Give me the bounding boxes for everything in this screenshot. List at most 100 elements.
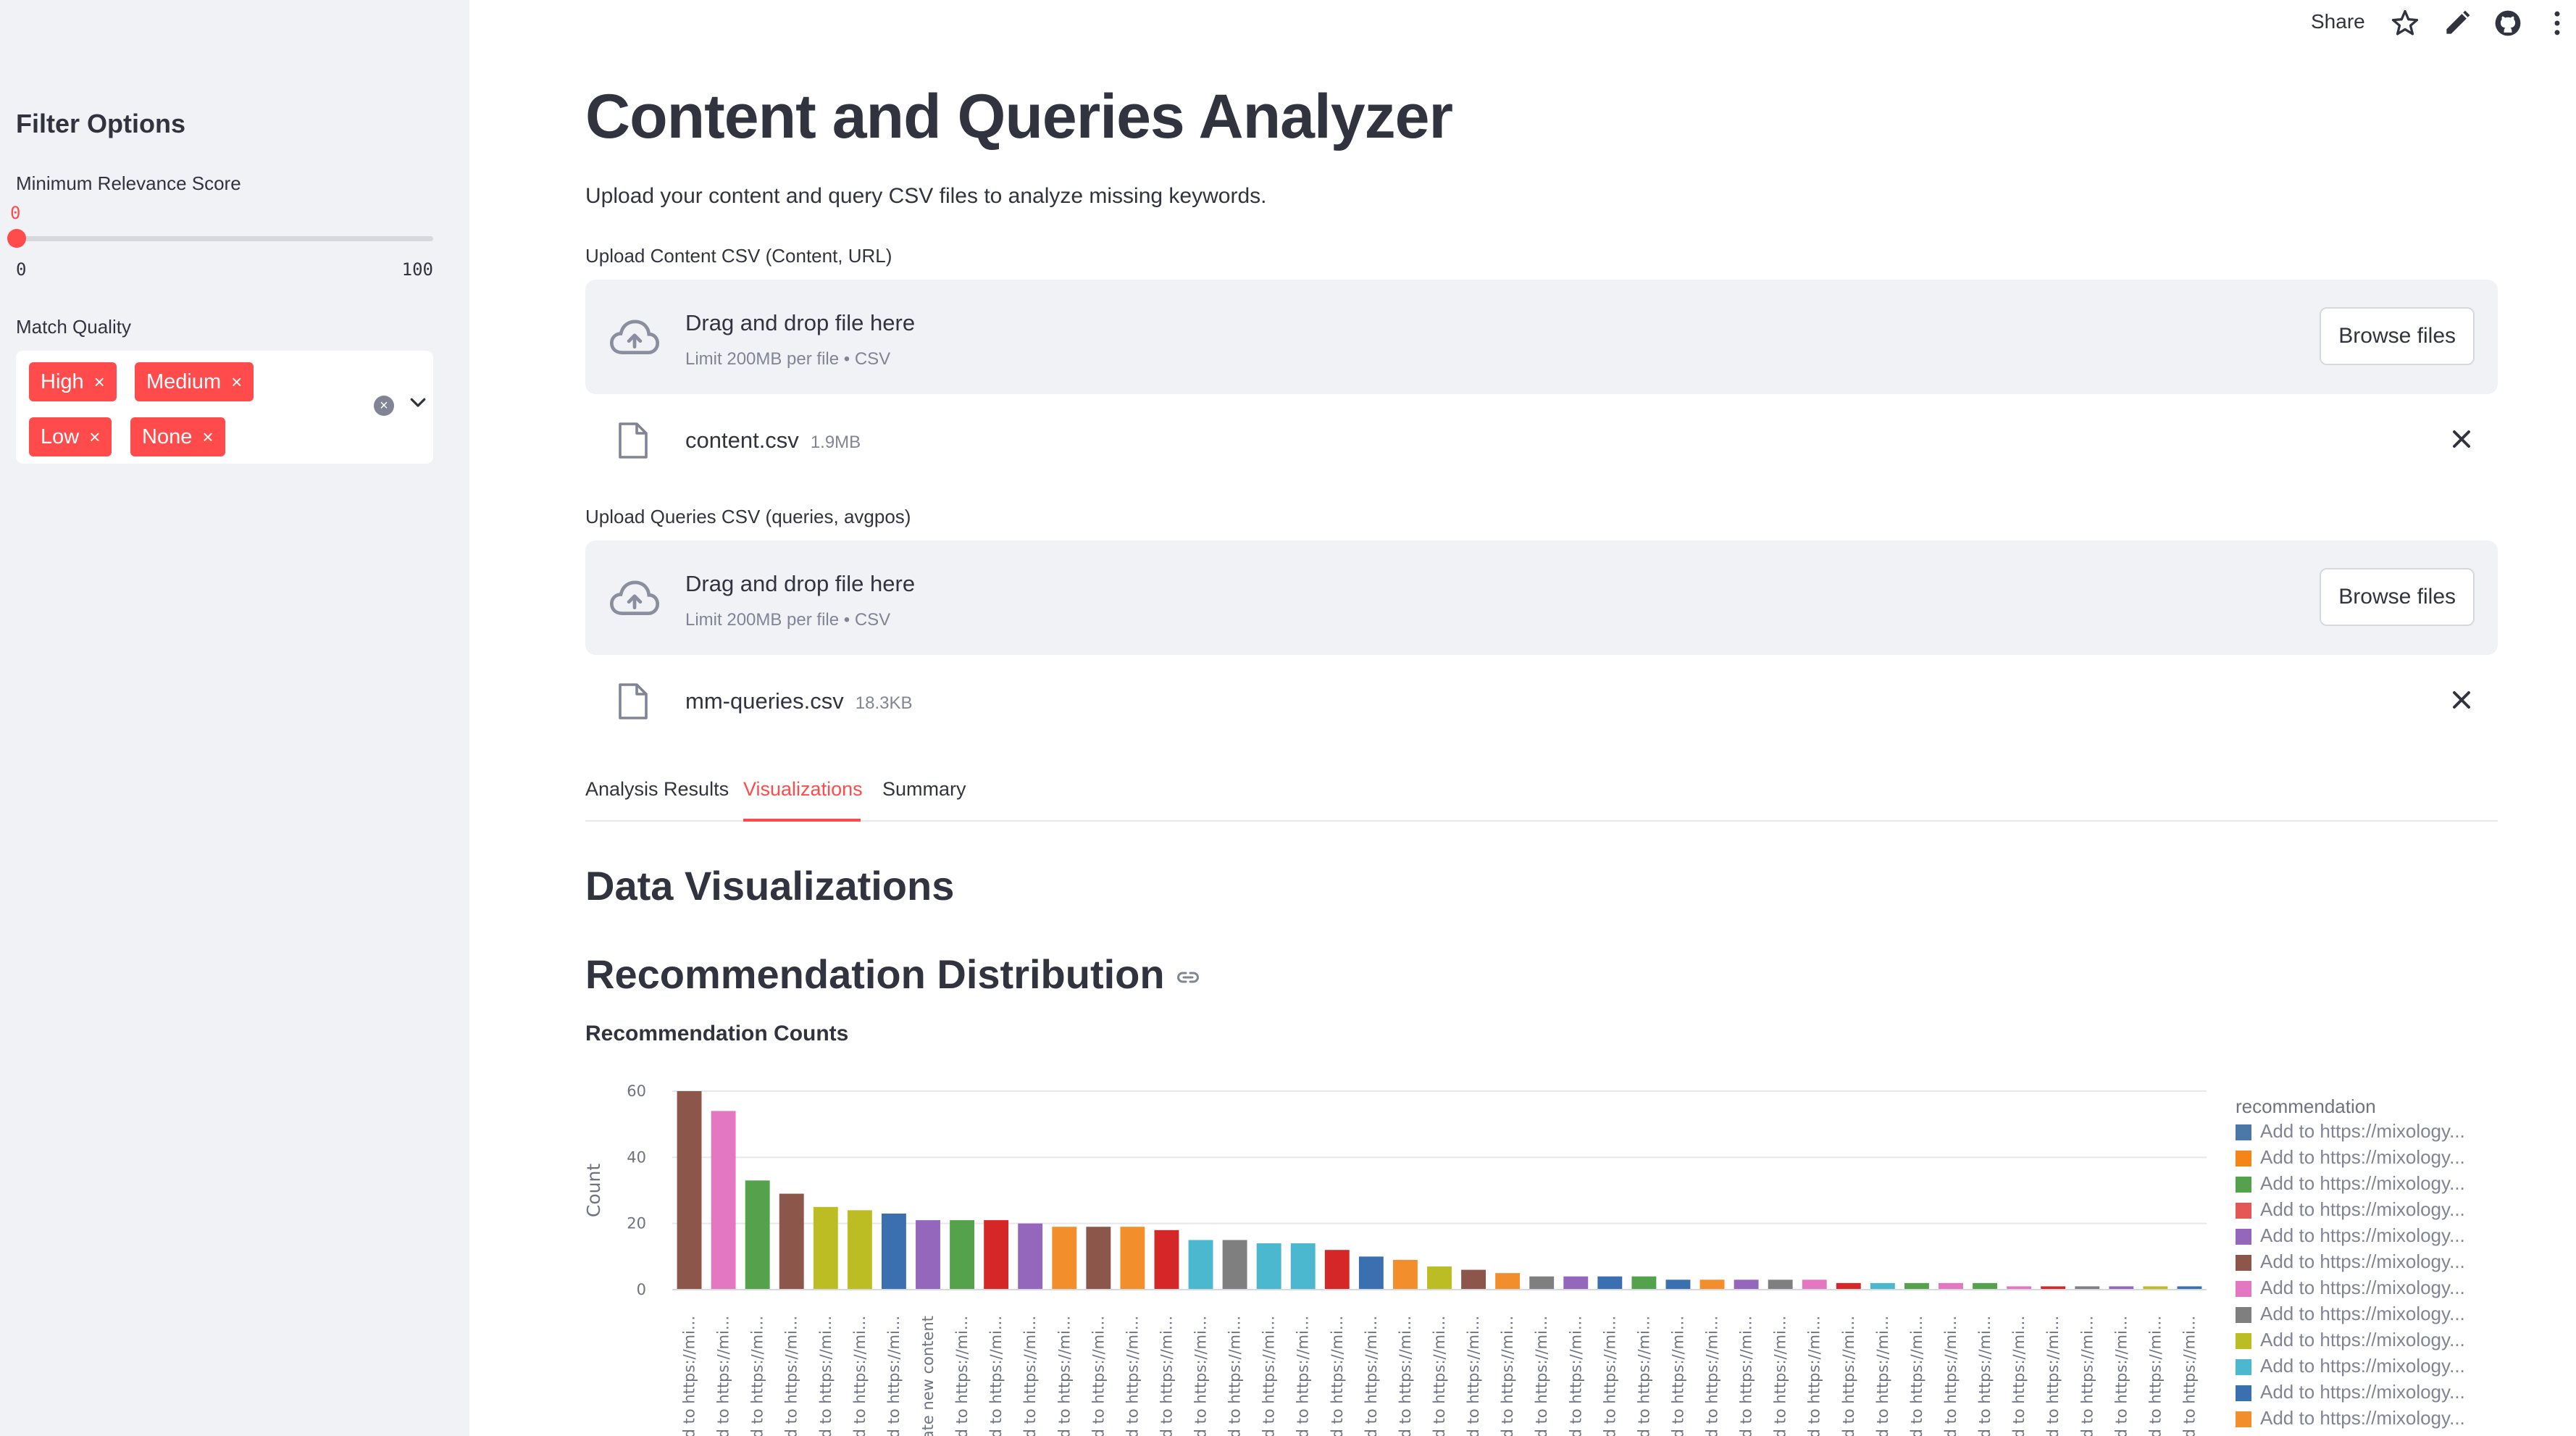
x-tick-label: d to https://mi... [987,1316,1005,1436]
x-tick-label: d to https://mi... [1260,1316,1278,1436]
x-tick-label: d to https://mi... [1533,1316,1550,1436]
bar [1461,1269,1486,1290]
bar [916,1220,940,1290]
content-dropzone[interactable]: Drag and drop file here Limit 200MB per … [585,280,2498,394]
legend-label: Add to https://mixology... [2260,1172,2465,1194]
file-size: 1.9MB [810,433,861,452]
legend-title: recommendation [2236,1095,2376,1117]
x-tick-label: d to https://mi... [885,1316,903,1436]
legend-label: Add to https://mixology... [2260,1120,2465,1142]
x-tick-label: d to https://mi... [2180,1316,2198,1436]
x-tick-label: d to https://mi... [1840,1316,1857,1436]
legend-label: Add to https://mixology... [2260,1251,2465,1272]
remove-file-icon[interactable] [2447,425,2476,454]
match-quality-multiselect[interactable]: High × Medium × Low × None × × [16,351,433,464]
github-icon[interactable] [2492,7,2524,39]
bar [1256,1243,1281,1290]
page-title: Content and Queries Analyzer [585,82,1453,151]
bar [1427,1266,1452,1290]
legend-label: Add to https://mixology... [2260,1277,2465,1298]
bar [1939,1282,1963,1290]
chip-none[interactable]: None × [130,417,225,456]
cloud-upload-icon [609,580,660,615]
x-tick-label: d to https://mi... [2146,1316,2164,1436]
chevron-down-icon[interactable] [407,391,429,413]
tab-summary[interactable]: Summary [882,778,966,801]
legend-item: Add to https://mixology... [2236,1146,2465,1171]
x-tick-label: d to https://mi... [1124,1316,1141,1436]
share-button[interactable]: Share [2311,10,2365,33]
x-tick-label: d to https://mi... [2044,1316,2062,1436]
x-tick-label: d to https://mi... [1976,1316,1994,1436]
chip-remove-icon[interactable]: × [89,426,100,448]
legend-swatch [2236,1359,2251,1376]
x-tick-label: d to https://mi... [1806,1316,1823,1436]
x-tick-label: d to https://mi... [2112,1316,2130,1436]
x-tick-label: d to https://mi... [2010,1316,2028,1436]
min-score-max: 100 [401,259,433,280]
legend-swatch [2236,1411,2251,1428]
bar [1597,1276,1623,1290]
queries-dropzone[interactable]: Drag and drop file here Limit 200MB per … [585,540,2498,655]
chart-title: Recommendation Counts [585,1022,849,1045]
legend-swatch [2236,1151,2251,1167]
y-tick-label: 40 [627,1148,646,1166]
bar [1734,1280,1759,1290]
x-tick-label: eate new content [919,1316,937,1436]
bar [1290,1243,1316,1290]
x-tick-label: d to https://mi... [1021,1316,1039,1436]
legend-label: Add to https://mixology... [2260,1381,2465,1403]
dropzone-title: Drag and drop file here [685,310,916,335]
dropzone-title: Drag and drop file here [685,571,916,596]
clear-all-icon[interactable]: × [374,396,394,416]
bar [745,1180,770,1290]
x-tick-label: d to https://mi... [1669,1316,1686,1436]
bar [1222,1240,1247,1290]
x-tick-label: d to https://mi... [1192,1316,1210,1436]
chip-remove-icon[interactable]: × [231,371,242,393]
chip-high[interactable]: High × [29,362,117,401]
legend-swatch [2236,1333,2251,1350]
legend-swatch [2236,1255,2251,1272]
bar [813,1206,838,1290]
x-tick-label: d to https://mi... [1499,1316,1516,1436]
browse-files-button[interactable]: Browse files [2320,307,2475,365]
legend-label: Add to https://mixology... [2260,1329,2465,1351]
legend-item: Add to https://mixology... [2236,1198,2465,1223]
legend-label: Add to https://mixology... [2260,1146,2465,1168]
x-tick-label: d to https://mi... [681,1316,698,1436]
browse-files-button[interactable]: Browse files [2320,568,2475,626]
x-tick-label: d to https://mi... [1874,1316,1891,1436]
subsection-title: Recommendation Distribution [585,951,1201,998]
chip-label: Medium [146,370,222,393]
star-icon[interactable] [2389,7,2421,39]
legend-swatch [2236,1124,2251,1141]
legend-item: Add to https://mixology... [2236,1355,2465,1379]
x-tick-label: d to https://mi... [1431,1316,1448,1436]
legend-item: Add to https://mixology... [2236,1381,2465,1406]
edit-icon[interactable] [2441,7,2473,39]
chip-remove-icon[interactable]: × [202,426,213,448]
more-icon[interactable] [2541,7,2573,39]
bar [1358,1256,1384,1290]
link-icon[interactable] [1175,964,1201,990]
sidebar: Filter Options Minimum Relevance Score 0… [0,0,469,1436]
min-score-slider-thumb[interactable] [7,229,26,248]
tab-analysis-results[interactable]: Analysis Results [585,778,729,801]
bar [677,1091,702,1290]
file-size: 18.3KB [855,693,913,713]
tab-visualizations[interactable]: Visualizations [743,778,863,801]
remove-file-icon[interactable] [2447,685,2476,714]
active-tab-indicator [743,819,861,822]
bar [1052,1227,1077,1290]
x-tick-label: d to https://mi... [1158,1316,1175,1436]
file-icon [619,422,648,459]
content-upload-label: Upload Content CSV (Content, URL) [585,245,892,267]
x-tick-label: d to https://mi... [1329,1316,1346,1436]
min-score-track[interactable] [16,236,433,241]
chip-low[interactable]: Low × [29,417,112,456]
legend-swatch [2236,1229,2251,1245]
chip-remove-icon[interactable]: × [94,371,105,393]
chip-medium[interactable]: Medium × [135,362,254,401]
bar [1836,1282,1861,1290]
